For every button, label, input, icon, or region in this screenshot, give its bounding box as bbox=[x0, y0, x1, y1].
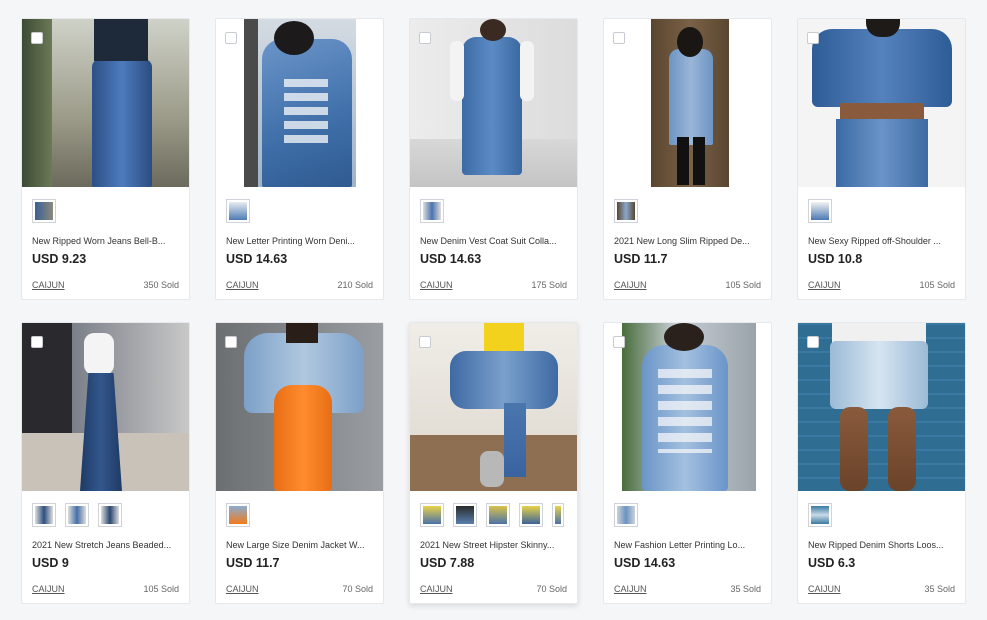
variant-thumbnails bbox=[808, 199, 832, 223]
seller-link[interactable]: CAIJUN bbox=[808, 280, 841, 290]
variant-thumbnails bbox=[808, 503, 832, 527]
product-image[interactable] bbox=[22, 19, 189, 187]
variant-thumbnails bbox=[226, 199, 250, 223]
seller-link[interactable]: CAIJUN bbox=[614, 584, 647, 594]
seller-link[interactable]: CAIJUN bbox=[32, 280, 65, 290]
product-image[interactable] bbox=[604, 19, 771, 187]
variant-thumbnail[interactable] bbox=[614, 503, 638, 527]
seller-link[interactable]: CAIJUN bbox=[32, 584, 65, 594]
product-price: USD 7.88 bbox=[420, 556, 475, 570]
variant-thumbnail[interactable] bbox=[226, 503, 250, 527]
variant-thumbnail[interactable] bbox=[552, 503, 564, 527]
product-title[interactable]: New Fashion Letter Printing Lo... bbox=[614, 540, 762, 550]
product-card[interactable]: New Large Size Denim Jacket W... USD 11.… bbox=[215, 322, 384, 604]
variant-thumbnail[interactable] bbox=[32, 503, 56, 527]
product-card[interactable]: New Ripped Worn Jeans Bell-B... USD 9.23… bbox=[21, 18, 190, 300]
variant-thumbnails bbox=[614, 199, 638, 223]
product-image[interactable] bbox=[798, 323, 965, 491]
product-card[interactable]: 2021 New Stretch Jeans Beaded... USD 9 C… bbox=[21, 322, 190, 604]
product-card[interactable]: 2021 New Street Hipster Skinny... USD 7.… bbox=[409, 322, 578, 604]
product-card[interactable]: New Fashion Letter Printing Lo... USD 14… bbox=[603, 322, 772, 604]
variant-thumbnails bbox=[420, 503, 564, 527]
variant-thumbnails bbox=[32, 503, 122, 527]
seller-link[interactable]: CAIJUN bbox=[226, 584, 259, 594]
seller-link[interactable]: CAIJUN bbox=[808, 584, 841, 594]
variant-thumbnails bbox=[32, 199, 56, 223]
product-image[interactable] bbox=[410, 323, 577, 491]
sold-count: 210 Sold bbox=[337, 280, 373, 290]
variant-thumbnails bbox=[226, 503, 250, 527]
variant-thumbnails bbox=[614, 503, 638, 527]
product-title[interactable]: New Sexy Ripped off-Shoulder ... bbox=[808, 236, 956, 246]
sold-count: 105 Sold bbox=[725, 280, 761, 290]
product-title[interactable]: New Denim Vest Coat Suit Colla... bbox=[420, 236, 568, 246]
product-title[interactable]: New Large Size Denim Jacket W... bbox=[226, 540, 374, 550]
product-price: USD 11.7 bbox=[226, 556, 280, 570]
product-card[interactable]: New Letter Printing Worn Deni... USD 14.… bbox=[215, 18, 384, 300]
product-image[interactable] bbox=[22, 323, 189, 491]
product-card[interactable]: 2021 New Long Slim Ripped De... USD 11.7… bbox=[603, 18, 772, 300]
variant-thumbnail[interactable] bbox=[98, 503, 122, 527]
sold-count: 35 Sold bbox=[924, 584, 955, 594]
sold-count: 70 Sold bbox=[342, 584, 373, 594]
variant-thumbnail[interactable] bbox=[32, 199, 56, 223]
variant-thumbnail[interactable] bbox=[808, 199, 832, 223]
product-price: USD 10.8 bbox=[808, 252, 863, 266]
product-price: USD 9.23 bbox=[32, 252, 87, 266]
product-card[interactable]: New Denim Vest Coat Suit Colla... USD 14… bbox=[409, 18, 578, 300]
product-price: USD 9 bbox=[32, 556, 69, 570]
seller-link[interactable]: CAIJUN bbox=[420, 280, 453, 290]
product-image[interactable] bbox=[604, 323, 771, 491]
variant-thumbnail[interactable] bbox=[614, 199, 638, 223]
variant-thumbnail[interactable] bbox=[420, 503, 444, 527]
sold-count: 175 Sold bbox=[531, 280, 567, 290]
seller-link[interactable]: CAIJUN bbox=[226, 280, 259, 290]
variant-thumbnail[interactable] bbox=[226, 199, 250, 223]
product-title[interactable]: New Letter Printing Worn Deni... bbox=[226, 236, 374, 246]
product-title[interactable]: New Ripped Worn Jeans Bell-B... bbox=[32, 236, 180, 246]
product-price: USD 11.7 bbox=[614, 252, 668, 266]
select-checkbox[interactable] bbox=[419, 336, 431, 348]
sold-count: 70 Sold bbox=[536, 584, 567, 594]
variant-thumbnail[interactable] bbox=[65, 503, 89, 527]
product-price: USD 14.63 bbox=[420, 252, 482, 266]
variant-thumbnail[interactable] bbox=[486, 503, 510, 527]
variant-thumbnail[interactable] bbox=[519, 503, 543, 527]
product-card[interactable]: New Ripped Denim Shorts Loos... USD 6.3 … bbox=[797, 322, 966, 604]
variant-thumbnails bbox=[420, 199, 444, 223]
product-image[interactable] bbox=[216, 323, 383, 491]
variant-thumbnail[interactable] bbox=[808, 503, 832, 527]
product-image[interactable] bbox=[798, 19, 965, 187]
product-title[interactable]: 2021 New Stretch Jeans Beaded... bbox=[32, 540, 180, 550]
select-checkbox[interactable] bbox=[225, 32, 237, 44]
sold-count: 350 Sold bbox=[143, 280, 179, 290]
select-checkbox[interactable] bbox=[225, 336, 237, 348]
variant-thumbnail[interactable] bbox=[453, 503, 477, 527]
seller-link[interactable]: CAIJUN bbox=[614, 280, 647, 290]
sold-count: 105 Sold bbox=[919, 280, 955, 290]
select-checkbox[interactable] bbox=[31, 32, 43, 44]
product-image[interactable] bbox=[410, 19, 577, 187]
select-checkbox[interactable] bbox=[419, 32, 431, 44]
product-title[interactable]: 2021 New Long Slim Ripped De... bbox=[614, 236, 762, 246]
product-title[interactable]: New Ripped Denim Shorts Loos... bbox=[808, 540, 956, 550]
sold-count: 105 Sold bbox=[143, 584, 179, 594]
product-card[interactable]: New Sexy Ripped off-Shoulder ... USD 10.… bbox=[797, 18, 966, 300]
select-checkbox[interactable] bbox=[613, 336, 625, 348]
product-price: USD 14.63 bbox=[614, 556, 676, 570]
seller-link[interactable]: CAIJUN bbox=[420, 584, 453, 594]
sold-count: 35 Sold bbox=[730, 584, 761, 594]
select-checkbox[interactable] bbox=[807, 336, 819, 348]
product-price: USD 14.63 bbox=[226, 252, 288, 266]
select-checkbox[interactable] bbox=[807, 32, 819, 44]
product-image[interactable] bbox=[216, 19, 383, 187]
select-checkbox[interactable] bbox=[31, 336, 43, 348]
product-title[interactable]: 2021 New Street Hipster Skinny... bbox=[420, 540, 568, 550]
select-checkbox[interactable] bbox=[613, 32, 625, 44]
variant-thumbnail[interactable] bbox=[420, 199, 444, 223]
product-price: USD 6.3 bbox=[808, 556, 856, 570]
